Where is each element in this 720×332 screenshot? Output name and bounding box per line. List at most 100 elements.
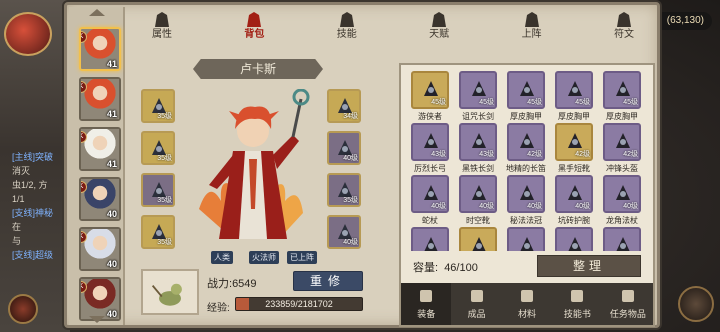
equipped-level: 40级 <box>343 239 358 246</box>
inventory-slot[interactable]: 45级 <box>555 71 593 109</box>
inventory-slot[interactable]: 45级 <box>459 71 497 109</box>
tab-0[interactable]: 属性 <box>133 9 191 43</box>
equipped-level: 35级 <box>343 197 358 204</box>
material-icon <box>521 290 534 302</box>
hero-roster[interactable]: K 41 K 41 K 41 K 40 K 40 K 40 <box>69 7 125 325</box>
category-label: 成品 <box>467 309 486 319</box>
star-altar-icon <box>432 12 447 27</box>
inventory-grid[interactable]: 45级 游侠者 45级 诅咒长剑 45级 厚皮胸甲 45级 厚皮胸甲 45级 厚皮胸甲 43级 厉烈长… <box>407 71 649 251</box>
equipped-slot[interactable]: 40级 <box>327 131 361 165</box>
book-icon <box>339 12 354 27</box>
inventory-slot[interactable]: 42级 <box>507 123 545 161</box>
equipped-level: 35级 <box>157 239 172 246</box>
category-tab-1[interactable]: 成品 <box>451 283 501 325</box>
category-label: 材料 <box>518 309 537 319</box>
chat-icon[interactable] <box>8 294 38 324</box>
hero-portrait[interactable]: K 41 <box>79 27 121 71</box>
inventory-slot[interactable]: 40级 <box>459 175 497 213</box>
equipped-level: 35级 <box>157 113 172 120</box>
category-tab-2[interactable]: 材料 <box>502 283 552 325</box>
hero-level: 40 <box>106 259 117 269</box>
skillbook-icon <box>571 290 584 302</box>
equipped-slot[interactable]: 35级 <box>141 89 175 123</box>
inventory-slot[interactable]: 43级 <box>411 123 449 161</box>
item-level: 45级 <box>431 99 446 106</box>
player-avatar[interactable] <box>4 12 52 56</box>
tab-4[interactable]: 上阵 <box>503 9 561 43</box>
inventory-slot[interactable]: 40级 <box>603 175 641 213</box>
equipped-level: 34级 <box>343 113 358 120</box>
category-label: 任务物品 <box>609 309 646 319</box>
inventory-slot[interactable]: 45级 <box>507 71 545 109</box>
item-name: 黑铁长剑 <box>462 164 494 173</box>
equipped-slot[interactable]: 35级 <box>141 215 175 249</box>
inventory-slot[interactable]: 42级 <box>603 123 641 161</box>
item-level: 40级 <box>623 203 638 210</box>
inventory-slot[interactable] <box>603 227 641 251</box>
item-level: 42级 <box>623 151 638 158</box>
inventory-slot[interactable]: 42级 <box>555 123 593 161</box>
pet-slot[interactable] <box>141 269 199 315</box>
inventory-slot[interactable]: 40级 <box>555 175 593 213</box>
hero-tag: 人类 <box>211 251 233 264</box>
item-level: 45级 <box>623 99 638 106</box>
item-icon <box>616 237 630 251</box>
item-name: 冲锋头盔 <box>606 164 638 173</box>
item-name: 蛇杖 <box>422 216 438 225</box>
hero-portrait[interactable]: K 40 <box>79 227 121 271</box>
hero-level: 40 <box>106 309 117 319</box>
hero-portrait[interactable]: K 41 <box>79 127 121 171</box>
equipped-slot[interactable]: 35级 <box>327 173 361 207</box>
tab-label: 符文 <box>613 29 634 40</box>
hero-tag: 已上阵 <box>287 251 317 264</box>
item-level: 40级 <box>479 203 494 210</box>
exp-bar: 233859/2181702 <box>235 297 363 311</box>
inventory-slot[interactable]: 40级 <box>507 175 545 213</box>
crossed-swords-icon <box>524 12 539 27</box>
roster-up-arrow-icon[interactable] <box>89 9 105 16</box>
hero-portrait[interactable]: K 40 <box>79 177 121 221</box>
combat-power-label: 战力: <box>207 278 233 290</box>
item-name: 黑手短靴 <box>558 164 590 173</box>
category-tab-3[interactable]: 技能书 <box>552 283 602 325</box>
equipped-slot[interactable]: 40级 <box>327 215 361 249</box>
hero-tag: 火法师 <box>249 251 279 264</box>
equipment-icon <box>420 290 433 302</box>
tab-5[interactable]: 符文 <box>595 9 653 43</box>
hero-portrait[interactable]: K 40 <box>79 277 121 321</box>
inventory-slot[interactable] <box>459 227 497 251</box>
hero-name: 卢卡斯 <box>193 59 323 79</box>
tab-label: 背包 <box>244 29 265 40</box>
hero-level: 40 <box>106 209 117 219</box>
rune-tower-icon <box>616 12 631 27</box>
inventory-slot[interactable] <box>507 227 545 251</box>
tab-label: 上阵 <box>521 29 542 40</box>
inventory-slot[interactable] <box>555 227 593 251</box>
item-level: 45级 <box>575 99 590 106</box>
item-icon <box>472 237 486 251</box>
inventory-slot[interactable] <box>411 227 449 251</box>
inventory-slot[interactable]: 45级 <box>411 71 449 109</box>
item-level: 40级 <box>575 203 590 210</box>
capacity-label: 容量: <box>413 262 439 274</box>
hero-portrait[interactable]: K 41 <box>79 77 121 121</box>
hero-display: 卢卡斯 35级 35级 35级 35级 34级 40级 35级 40级 人类 火… <box>141 45 371 325</box>
equipped-slot[interactable]: 35级 <box>141 131 175 165</box>
sort-button[interactable]: 整理 <box>537 255 641 277</box>
tab-1[interactable]: 背包 <box>225 9 283 43</box>
equipped-slot[interactable]: 35级 <box>141 173 175 207</box>
equipped-slot[interactable]: 34级 <box>327 89 361 123</box>
category-tab-0[interactable]: 装备 <box>401 283 452 325</box>
category-tab-4[interactable]: 任务物品 <box>603 283 653 325</box>
combat-power-value: 6549 <box>232 278 257 290</box>
inventory-slot[interactable]: 43级 <box>459 123 497 161</box>
hero-level: 41 <box>106 109 117 119</box>
tab-2[interactable]: 技能 <box>318 9 376 43</box>
inventory-slot[interactable]: 40级 <box>411 175 449 213</box>
inventory-slot[interactable]: 45级 <box>603 71 641 109</box>
pet-creature-icon <box>151 283 182 306</box>
retrain-button[interactable]: 重修 <box>293 271 363 291</box>
compass-icon[interactable] <box>678 286 714 322</box>
roster-down-arrow-icon[interactable] <box>89 316 105 323</box>
tab-3[interactable]: 天赋 <box>410 9 468 43</box>
